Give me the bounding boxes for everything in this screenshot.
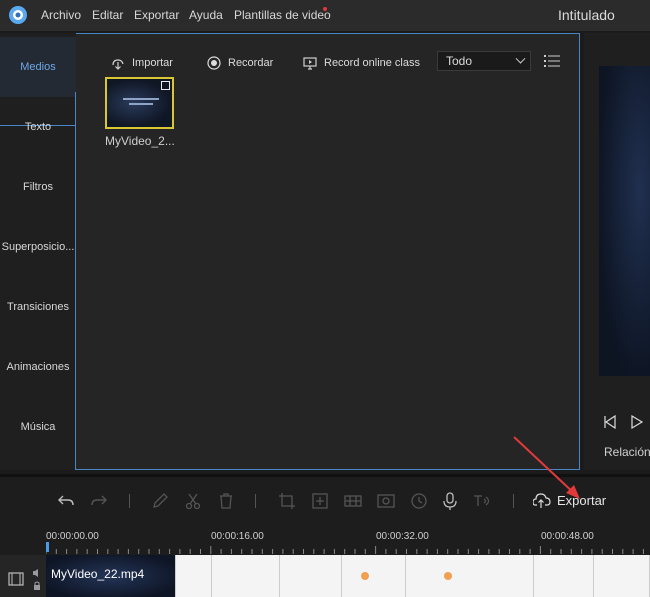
voiceover-mic-icon[interactable]: [440, 491, 460, 511]
clip-frame: [280, 555, 342, 597]
import-icon: [112, 59, 124, 70]
record-label: Recordar: [228, 57, 274, 69]
play-icon[interactable]: [630, 415, 644, 429]
menu-archivo[interactable]: Archivo: [41, 8, 81, 22]
edit-pencil-icon[interactable]: [150, 491, 170, 511]
redo-icon[interactable]: [89, 491, 109, 511]
clip-frame: [176, 555, 212, 597]
time-tick-label: 00:00:00.00: [46, 531, 99, 542]
playhead[interactable]: [46, 542, 49, 552]
window-title: Intitulado: [558, 7, 615, 23]
import-button[interactable]: Importar: [110, 55, 173, 71]
media-panel: Importar Recordar Record online class To…: [76, 33, 580, 470]
mosaic-icon[interactable]: [343, 491, 363, 511]
aspect-ratio-label[interactable]: Relación: [604, 445, 650, 459]
previous-frame-icon[interactable]: [603, 415, 617, 429]
chevron-down-icon: [515, 53, 526, 64]
record-online-class-button[interactable]: Record online class: [302, 55, 420, 71]
preview-screen: [599, 66, 650, 376]
notification-dot: [323, 7, 327, 11]
media-filter-select[interactable]: Todo: [437, 51, 531, 71]
tab-superposiciones[interactable]: Superposicio...: [0, 217, 76, 277]
media-item-name: MyVideo_2...: [105, 134, 175, 148]
tab-transiciones[interactable]: Transiciones: [0, 277, 76, 337]
record-online-label: Record online class: [324, 57, 420, 69]
speaker-icon[interactable]: [32, 568, 42, 578]
freeze-frame-icon[interactable]: [376, 491, 396, 511]
tab-medios[interactable]: Medios: [0, 37, 76, 97]
thumbnail-image: [123, 98, 159, 105]
select-checkbox[interactable]: [161, 81, 170, 90]
undo-icon[interactable]: [56, 491, 76, 511]
menu-editar[interactable]: Editar: [92, 8, 123, 22]
menu-bar: Archivo Editar Exportar Ayuda Plantillas…: [0, 0, 650, 31]
clip-frame: [406, 555, 534, 597]
panel-divider: [0, 474, 650, 477]
clip-name: MyVideo_22.mp4: [51, 567, 145, 581]
clip-frame: [212, 555, 280, 597]
edit-toolbar: Exportar: [0, 478, 650, 524]
crop-icon[interactable]: [277, 491, 297, 511]
tab-texto[interactable]: Texto: [0, 97, 76, 157]
media-thumbnail[interactable]: [105, 77, 174, 129]
zoom-icon[interactable]: [310, 491, 330, 511]
tab-filtros[interactable]: Filtros: [0, 157, 76, 217]
screen-record-icon: [303, 57, 317, 70]
menu-ayuda[interactable]: Ayuda: [189, 8, 223, 22]
duration-icon[interactable]: [409, 491, 429, 511]
time-ruler: [46, 546, 644, 554]
time-tick-label: 00:00:48.00: [541, 531, 594, 542]
list-view-icon[interactable]: [544, 54, 560, 68]
app-logo-icon: [9, 6, 27, 24]
time-tick-label: 00:00:32.00: [376, 531, 429, 542]
menu-plantillas[interactable]: Plantillas de video: [234, 8, 331, 22]
cut-icon[interactable]: [183, 491, 203, 511]
preview-panel: Relación: [584, 33, 650, 470]
record-icon: [207, 56, 221, 70]
toolbar-separator: [255, 494, 256, 508]
export-button[interactable]: Exportar: [533, 491, 606, 509]
lock-icon[interactable]: [32, 581, 42, 591]
record-button[interactable]: Recordar: [206, 55, 273, 71]
time-tick-label: 00:00:16.00: [211, 531, 264, 542]
clip-frame: [534, 555, 594, 597]
export-cloud-icon: [533, 493, 551, 508]
tab-musica[interactable]: Música: [0, 397, 76, 457]
filter-value: Todo: [446, 54, 473, 68]
video-track: MyVideo_22.mp4: [0, 555, 650, 597]
delete-icon[interactable]: [216, 491, 236, 511]
tab-animaciones[interactable]: Animaciones: [0, 337, 76, 397]
toolbar-separator: [129, 494, 130, 508]
sidebar: Medios Texto Filtros Superposicio... Tra…: [0, 33, 76, 470]
timeline-clip[interactable]: MyVideo_22.mp4: [46, 555, 650, 597]
clip-frame: [594, 555, 650, 597]
clip-frame: [342, 555, 406, 597]
import-label: Importar: [132, 57, 173, 69]
export-label: Exportar: [557, 492, 607, 508]
toolbar-separator: [513, 494, 514, 508]
text-to-speech-icon[interactable]: [472, 491, 492, 511]
video-track-icon: [8, 572, 24, 586]
menu-exportar[interactable]: Exportar: [134, 8, 179, 22]
